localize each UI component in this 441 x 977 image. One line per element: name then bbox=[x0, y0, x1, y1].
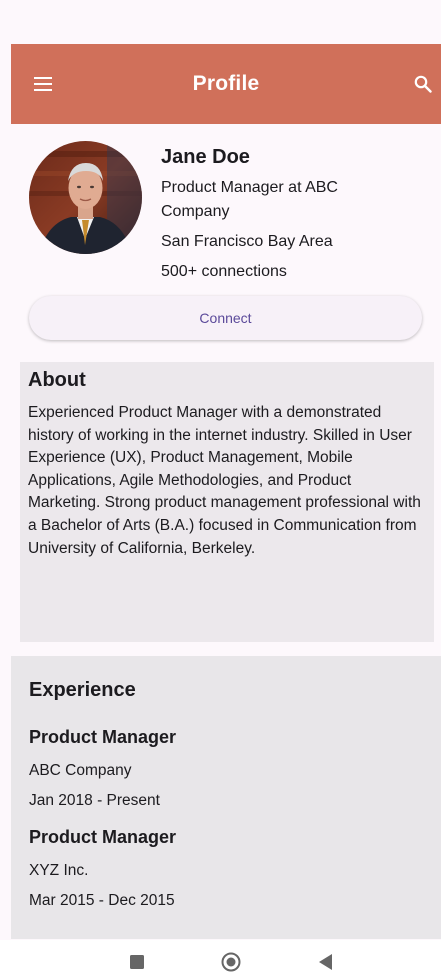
connect-button[interactable]: Connect bbox=[29, 296, 422, 340]
about-text: Experienced Product Manager with a demon… bbox=[28, 404, 421, 557]
triangle-back-icon[interactable] bbox=[316, 952, 336, 972]
job-dates: Mar 2015 - Dec 2015 bbox=[29, 892, 175, 909]
experience-item: Product Manager XYZ Inc. Mar 2015 - Dec … bbox=[29, 824, 423, 916]
job-company: ABC Company bbox=[29, 762, 132, 779]
hamburger-menu-icon[interactable] bbox=[31, 72, 55, 96]
app-bar: Profile bbox=[11, 44, 441, 124]
profile-header: Jane Doe Product Manager at ABC Company … bbox=[11, 124, 441, 352]
profile-location: San Francisco Bay Area bbox=[161, 233, 333, 250]
profile-name: Jane Doe bbox=[161, 146, 250, 168]
job-title: Product Manager bbox=[29, 727, 177, 747]
profile-connections: 500+ connections bbox=[161, 263, 287, 280]
page-title: Profile bbox=[192, 72, 260, 95]
job-title: Product Manager bbox=[29, 827, 177, 847]
search-icon[interactable] bbox=[411, 72, 435, 96]
experience-section: Experience Product Manager ABC Company J… bbox=[11, 656, 441, 939]
experience-item: Product Manager ABC Company Jan 2018 - P… bbox=[29, 724, 423, 816]
profile-headline-cont: Company bbox=[161, 203, 230, 220]
experience-title: Experience bbox=[29, 679, 136, 701]
job-dates: Jan 2018 - Present bbox=[29, 792, 160, 809]
circle-home-icon[interactable] bbox=[221, 952, 241, 972]
status-bar bbox=[0, 0, 441, 44]
job-company: XYZ Inc. bbox=[29, 862, 89, 879]
profile-headline: Product Manager at ABC bbox=[161, 179, 338, 196]
screen: Profile Jane Doe Product Manager at ABC … bbox=[0, 0, 441, 977]
about-section: About Experienced Product Manager with a… bbox=[20, 362, 434, 642]
avatar bbox=[29, 141, 142, 254]
square-recents-icon[interactable] bbox=[127, 952, 147, 972]
system-nav-bar bbox=[0, 940, 441, 977]
about-title: About bbox=[28, 369, 86, 391]
profile-info: Jane Doe Product Manager at ABC Company … bbox=[161, 144, 431, 284]
